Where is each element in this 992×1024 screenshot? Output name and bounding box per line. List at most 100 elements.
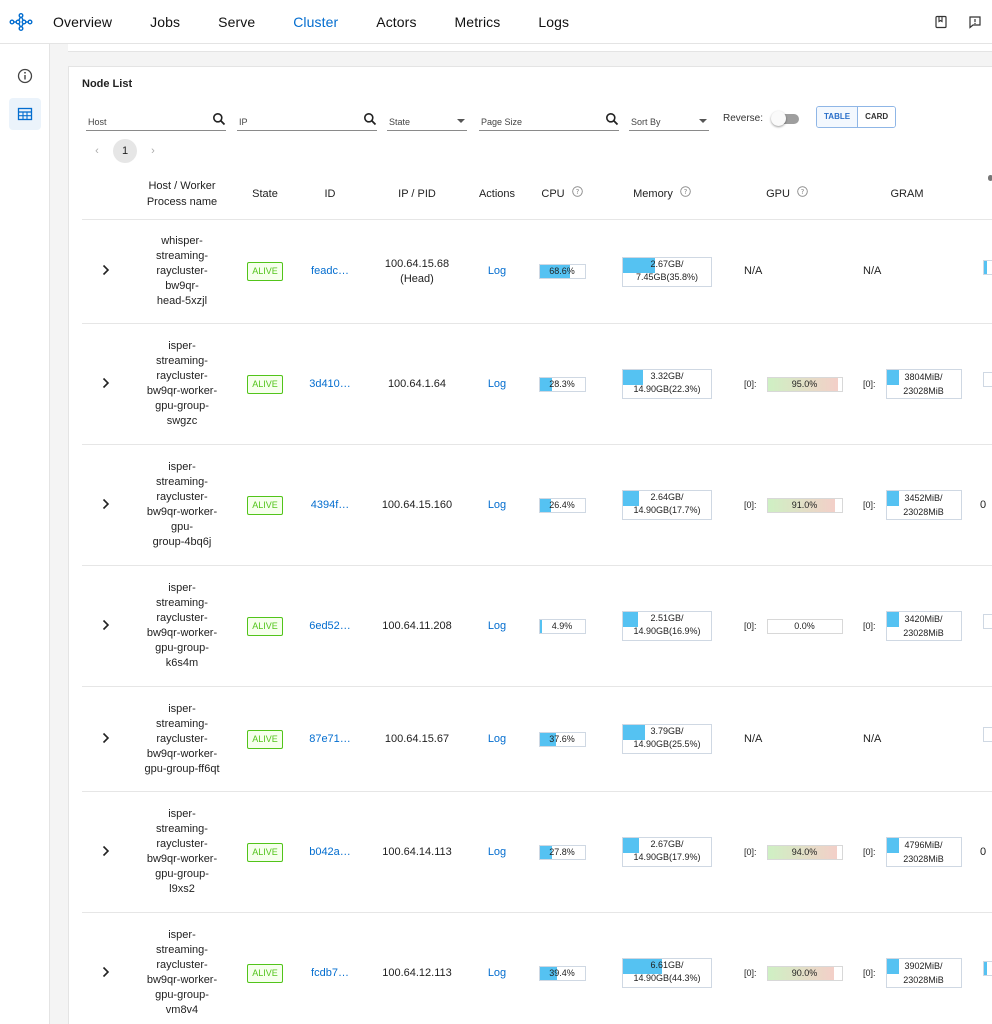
- memory-cell: 6.61GB/ 14.90GB(44.3%): [617, 913, 717, 1024]
- log-link[interactable]: Log: [488, 732, 506, 747]
- expand-row-button[interactable]: [94, 792, 118, 912]
- help-icon[interactable]: ?: [797, 185, 808, 202]
- node-id-link[interactable]: 4394f…: [300, 445, 360, 565]
- node-id-link[interactable]: 3d410…: [300, 324, 360, 444]
- sort-by-select[interactable]: Sort By: [629, 111, 709, 131]
- node-id-link[interactable]: 6ed52…: [300, 566, 360, 686]
- expand-row-button[interactable]: [94, 445, 118, 565]
- table-view-button[interactable]: TABLE: [817, 107, 859, 127]
- state-cell: ALIVE: [235, 913, 295, 1024]
- gram-value: 4796MiB/23028MiB: [887, 838, 961, 866]
- host-name-line: raycluster-: [156, 491, 208, 503]
- cpu-cell: 4.9%: [530, 566, 594, 686]
- ray-logo-icon[interactable]: [4, 0, 38, 44]
- nav-logs[interactable]: Logs: [538, 14, 569, 30]
- host-name-line: vm8v4: [165, 1004, 199, 1016]
- expand-row-button[interactable]: [94, 913, 118, 1024]
- next-page-button[interactable]: ›: [145, 145, 161, 157]
- gpu-value: 0.0%: [794, 620, 815, 631]
- nav-cluster[interactable]: Cluster: [293, 14, 338, 30]
- host-name: isper-streaming-raycluster-bw9qr-worker-…: [137, 445, 227, 565]
- node-id[interactable]: 87e71…: [309, 732, 351, 747]
- gpu-bar: 0.0%: [766, 618, 843, 634]
- card-view-button[interactable]: CARD: [858, 107, 896, 127]
- caret-down-icon: [457, 116, 465, 126]
- nav-overview[interactable]: Overview: [53, 14, 112, 30]
- node-id-link[interactable]: 87e71…: [300, 687, 360, 791]
- node-id[interactable]: b042a…: [309, 845, 351, 860]
- actions-cell: Log: [472, 687, 522, 791]
- top-nav: Overview Jobs Serve Cluster Actors Metri…: [0, 0, 992, 44]
- log-link[interactable]: Log: [488, 845, 506, 860]
- info-icon[interactable]: [9, 60, 41, 92]
- host-name-line: l9xs2: [169, 883, 195, 895]
- gpu-value: 94.0%: [791, 846, 818, 857]
- host-name: isper-streaming-raycluster-bw9qr-worker-…: [137, 324, 227, 444]
- memory-value: 2.51GB/ 14.90GB(16.9%): [622, 613, 712, 637]
- cpu-bar: 26.4%: [538, 497, 586, 513]
- nav-jobs[interactable]: Jobs: [150, 14, 180, 30]
- memory-usage: 2.51GB/ 14.90GB(16.9%): [622, 611, 712, 641]
- state-label: State: [389, 117, 411, 127]
- ip-address: 100.64.12.113: [382, 966, 452, 979]
- chevron-right-icon: [102, 619, 110, 634]
- node-id[interactable]: 3d410…: [309, 377, 351, 392]
- gram-index: [0]:: [863, 846, 876, 857]
- host-name-line: streaming-: [156, 944, 208, 956]
- prev-page-button[interactable]: ‹: [89, 145, 105, 157]
- nav-actors[interactable]: Actors: [376, 14, 416, 30]
- page-size-input[interactable]: Page Size: [479, 111, 619, 131]
- gpu-usage: [0]: 94.0%: [744, 844, 843, 860]
- nav-serve[interactable]: Serve: [218, 14, 255, 30]
- log-link[interactable]: Log: [488, 264, 506, 279]
- memory-total: 14.90GB(17.9%): [633, 852, 701, 862]
- node-id-link[interactable]: fcdb7…: [300, 913, 360, 1024]
- status-badge: ALIVE: [247, 616, 283, 636]
- host-name-line: gpu-group-: [155, 989, 209, 1001]
- page-1-button[interactable]: 1: [113, 139, 137, 163]
- log-link[interactable]: Log: [488, 377, 506, 392]
- ip-search-input[interactable]: IP: [237, 111, 377, 131]
- ip-cell: 100.64.15.67: [367, 687, 467, 791]
- docs-book-icon[interactable]: [924, 0, 958, 44]
- table-view-icon[interactable]: [8, 98, 41, 130]
- ip-sub: (Head): [400, 272, 434, 285]
- reverse-toggle[interactable]: [771, 111, 800, 126]
- node-id[interactable]: feadc…: [311, 264, 349, 279]
- help-icon[interactable]: ?: [571, 185, 583, 202]
- host-name-line: gpu-group-: [155, 868, 209, 880]
- ip-address: 100.64.15.160: [381, 498, 453, 511]
- node-id[interactable]: fcdb7…: [311, 966, 349, 981]
- gpu-cell: [0]: 91.0%: [744, 445, 854, 565]
- col-cpu-label: CPU: [541, 187, 565, 200]
- expand-row-button[interactable]: [94, 687, 118, 791]
- node-id[interactable]: 6ed52…: [309, 619, 351, 634]
- host-search-input[interactable]: Host: [86, 111, 226, 131]
- gram-total: 23028MiB: [903, 854, 944, 864]
- log-link[interactable]: Log: [488, 498, 506, 513]
- node-id-link[interactable]: feadc…: [300, 220, 360, 323]
- log-link[interactable]: Log: [488, 966, 506, 981]
- cpu-value: 68.6%: [549, 266, 575, 276]
- expand-row-button[interactable]: [94, 566, 118, 686]
- gram-cell: [0]: 3420MiB/23028MiB: [863, 566, 973, 686]
- memory-total: 14.90GB(25.5%): [633, 739, 701, 749]
- memory-used: 3.32GB/: [650, 371, 684, 381]
- memory-cell: 3.79GB/ 14.90GB(25.5%): [617, 687, 717, 791]
- nav-metrics[interactable]: Metrics: [455, 14, 501, 30]
- node-id[interactable]: 4394f…: [311, 498, 350, 513]
- feedback-icon[interactable]: [958, 0, 992, 44]
- host-name-line: isper-: [168, 340, 196, 352]
- host-name-line: raycluster-: [156, 265, 208, 277]
- log-link[interactable]: Log: [488, 619, 506, 634]
- state-select[interactable]: State: [387, 111, 467, 131]
- col-gram: GRAM: [890, 187, 924, 200]
- help-icon[interactable]: ?: [680, 185, 691, 202]
- node-id-link[interactable]: b042a…: [300, 792, 360, 912]
- host-name: isper-streaming-raycluster-bw9qr-worker-…: [137, 792, 227, 912]
- actions-cell: Log: [472, 220, 522, 323]
- expand-row-button[interactable]: [94, 324, 118, 444]
- memory-cell: 2.67GB/ 7.45GB(35.8%): [617, 220, 717, 323]
- expand-row-button[interactable]: [94, 220, 118, 323]
- host-name-line: gpu-: [170, 521, 193, 533]
